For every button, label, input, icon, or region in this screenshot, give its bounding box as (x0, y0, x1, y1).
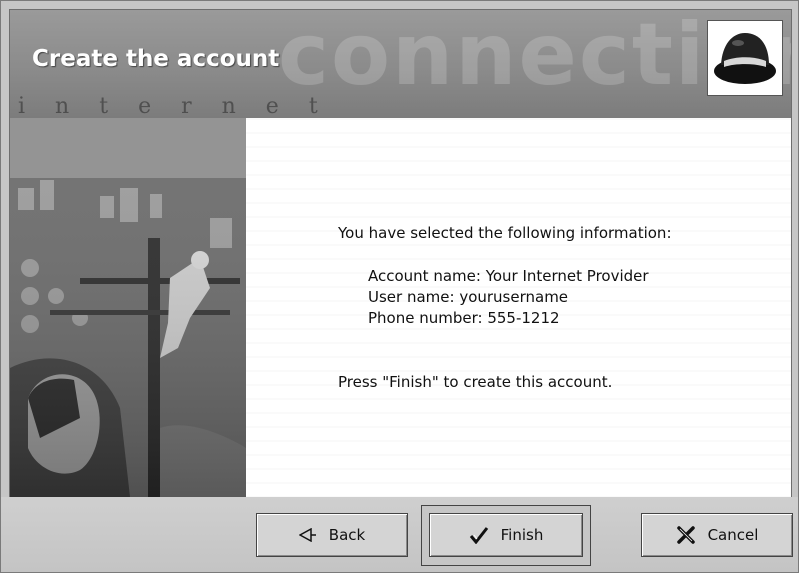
side-artwork (10, 118, 246, 497)
wizard-frame: connection internet Create the account Y… (9, 9, 792, 498)
header-letter: e (265, 94, 309, 118)
phone-number-line: Phone number: 555-1212 (368, 309, 560, 327)
header-letter: i (18, 94, 56, 118)
cancel-x-icon (676, 526, 696, 544)
lineman-artwork-image (10, 118, 246, 497)
back-arrow-icon (298, 528, 317, 542)
header-letters: internet (18, 94, 348, 118)
header-letter: n (221, 94, 266, 118)
back-button[interactable]: Back (256, 513, 408, 557)
redhat-shadowman-icon (714, 33, 776, 84)
checkmark-icon (469, 526, 489, 544)
cancel-button[interactable]: Cancel (641, 513, 793, 557)
druid-window: connection internet Create the account Y… (0, 0, 799, 573)
wizard-content: You have selected the following informat… (246, 118, 791, 497)
button-bar: Back Finish Cancel (1, 497, 798, 572)
header-letter: t (99, 94, 139, 118)
finish-button[interactable]: Finish (429, 513, 583, 557)
header-letter: t (308, 94, 348, 118)
account-name-line: Account name: Your Internet Provider (368, 267, 649, 285)
wizard-header: connection internet Create the account (10, 10, 791, 118)
header-letter: r (181, 94, 222, 118)
redhat-logo (707, 20, 783, 96)
finish-instruction: Press "Finish" to create this account. (338, 373, 613, 391)
header-letter: e (138, 94, 182, 118)
header-letter: n (55, 94, 100, 118)
page-title: Create the account (32, 46, 280, 72)
intro-text: You have selected the following informat… (338, 224, 672, 242)
cancel-button-label: Cancel (707, 526, 759, 544)
account-details: Account name: Your Internet Provider Use… (368, 266, 649, 329)
finish-button-label: Finish (500, 526, 544, 544)
user-name-line: User name: yourusername (368, 288, 569, 306)
back-button-label: Back (328, 526, 366, 544)
